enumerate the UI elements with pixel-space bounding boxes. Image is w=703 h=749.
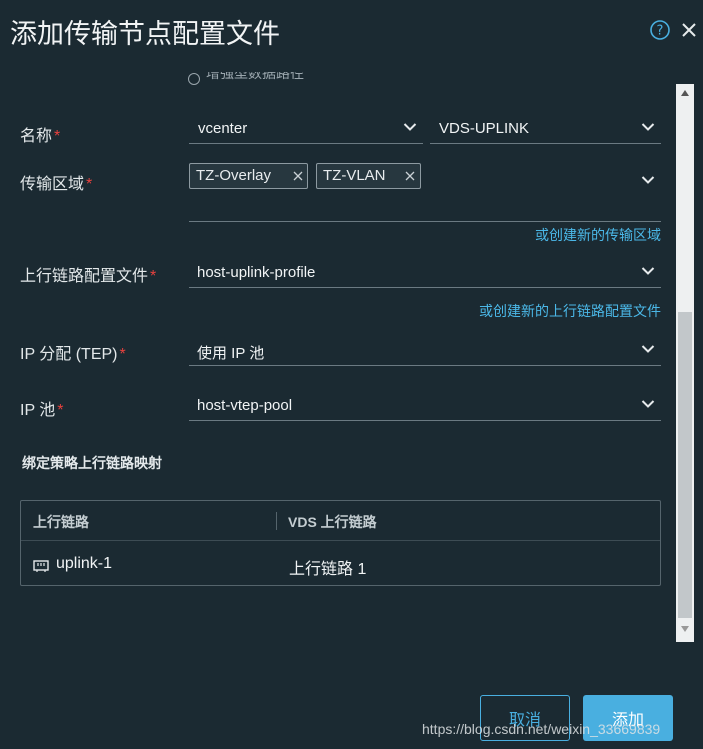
chevron-down-icon xyxy=(641,123,655,131)
scrollbar-thumb[interactable] xyxy=(678,312,692,618)
close-icon[interactable] xyxy=(680,20,698,40)
vds-select[interactable]: VDS-UPLINK xyxy=(430,114,661,144)
watermark: https://blog.csdn.net/weixin_33669839 xyxy=(422,721,661,737)
column-header-uplink[interactable]: 上行链路 xyxy=(33,512,89,532)
dialog-title: 添加传输节点配置文件 xyxy=(10,19,280,49)
help-icon[interactable]: ? xyxy=(650,20,670,40)
chevron-down-icon xyxy=(403,123,417,131)
transport-zone-label: 传输区域 * xyxy=(20,176,93,193)
mapping-section-title: 绑定策略上行链路映射 xyxy=(22,455,162,471)
column-header-vds-uplink[interactable]: VDS 上行链路 xyxy=(288,512,377,532)
ip-pool-label: IP 池 * xyxy=(20,402,64,419)
vcenter-select[interactable]: vcenter xyxy=(189,114,423,144)
tag-remove-icon[interactable] xyxy=(293,171,303,181)
create-uplink-profile-link[interactable]: 或创建新的上行链路配置文件 xyxy=(380,301,661,321)
chevron-down-icon xyxy=(641,267,655,275)
tag-tz-overlay: TZ-Overlay xyxy=(189,163,308,189)
table-header: 上行链路 VDS 上行链路 xyxy=(21,501,660,541)
uplink-profile-label: 上行链路配置文件 * xyxy=(20,268,157,285)
name-label: 名称 * xyxy=(20,128,61,145)
tag-remove-icon[interactable] xyxy=(405,171,415,181)
ip-assignment-select[interactable]: 使用 IP 池 xyxy=(189,336,661,366)
tag-tz-vlan: TZ-VLAN xyxy=(316,163,421,189)
network-port-icon xyxy=(33,560,49,572)
enhanced-datapath-option[interactable]: 增强型数据路径 xyxy=(188,72,388,88)
column-separator[interactable] xyxy=(276,512,277,530)
transport-zone-field[interactable]: TZ-Overlay TZ-VLAN xyxy=(189,160,661,222)
chevron-down-icon xyxy=(641,400,655,408)
ip-pool-select[interactable]: host-vtep-pool xyxy=(189,391,661,421)
chevron-down-icon xyxy=(641,345,655,353)
scroll-down-icon[interactable] xyxy=(681,626,689,632)
vertical-scrollbar[interactable] xyxy=(676,84,694,642)
dialog-body: 增强型数据路径 名称 * vcenter VDS-UPLINK 传输区域 * TZ-… xyxy=(0,70,676,642)
chevron-down-icon xyxy=(641,176,655,184)
vds-uplink-cell[interactable]: 上行链路 1 xyxy=(289,555,366,579)
scroll-up-icon[interactable] xyxy=(681,90,689,96)
uplink-profile-select[interactable]: host-uplink-profile xyxy=(189,258,661,288)
create-transport-zone-link[interactable]: 或创建新的传输区域 xyxy=(400,225,661,245)
ip-assignment-label: IP 分配 (TEP) * xyxy=(20,346,126,363)
uplink-cell: uplink-1 xyxy=(56,555,113,572)
svg-text:?: ? xyxy=(657,24,664,39)
radio-icon xyxy=(188,73,200,86)
uplink-mapping-table: 上行链路 VDS 上行链路 uplink-1 上行链路 1 xyxy=(20,500,661,586)
